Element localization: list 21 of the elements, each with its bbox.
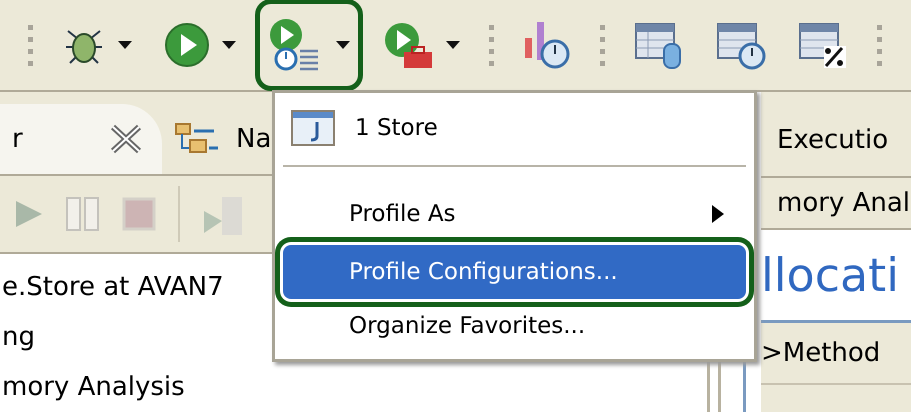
play-toolbox-icon	[382, 20, 434, 70]
caret-icon	[222, 41, 236, 49]
caret-icon	[336, 41, 350, 49]
menu-item[interactable]: Profile Configurations...	[283, 245, 746, 299]
tree-item-label[interactable]: mory Analysis	[0, 362, 688, 412]
caret-icon	[446, 41, 460, 49]
caret-icon	[118, 41, 132, 49]
column-header[interactable]: >Method	[761, 323, 911, 385]
table-stopwatch-icon	[716, 20, 766, 70]
menu-item[interactable]: Profile As	[283, 189, 746, 239]
view-tab[interactable]: Executio	[761, 104, 911, 178]
play-icon	[164, 22, 210, 68]
close-icon[interactable]	[110, 124, 142, 154]
submenu-arrow-icon	[712, 205, 724, 223]
table-percent-icon	[798, 20, 848, 70]
view-tab[interactable]: r	[0, 104, 162, 174]
java-file-icon	[291, 110, 335, 146]
table-cylinder-icon	[634, 20, 684, 70]
menu-item[interactable]: Organize Favorites...	[283, 301, 746, 351]
chart-stopwatch-icon	[523, 20, 571, 70]
view-heading: llocati	[761, 230, 911, 323]
